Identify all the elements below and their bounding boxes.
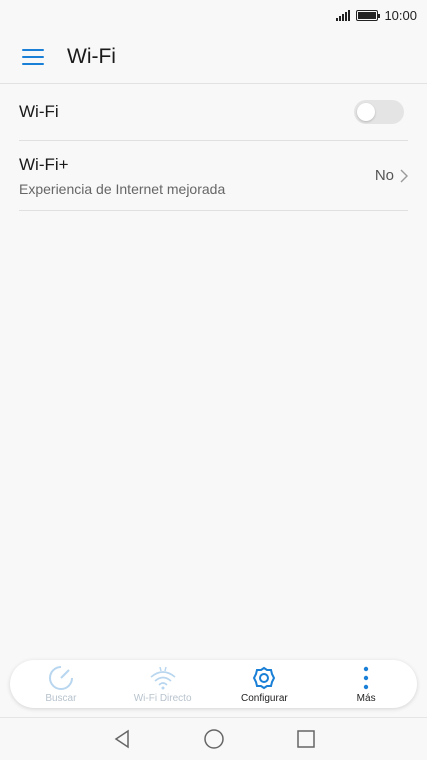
- toggle-knob: [357, 103, 375, 121]
- configure-label: Configurar: [241, 692, 288, 704]
- recents-button[interactable]: [294, 727, 318, 751]
- back-triangle-icon: [114, 729, 129, 749]
- wifi-plus-status: No: [374, 167, 394, 184]
- configure-button[interactable]: Configurar: [216, 665, 312, 704]
- home-button[interactable]: [202, 727, 226, 751]
- menu-icon[interactable]: [22, 48, 44, 65]
- wifi-direct-button[interactable]: Wi-Fi Directo: [115, 665, 211, 704]
- app-header: Wi-Fi: [0, 30, 427, 84]
- more-button[interactable]: Más: [318, 665, 414, 704]
- settings-list: Wi-Fi Wi-Fi+ Experiencia de Internet mej…: [19, 84, 408, 211]
- status-bar: 10:00: [0, 0, 427, 30]
- page-title: Wi-Fi: [67, 44, 116, 68]
- gear-icon: [252, 665, 276, 691]
- system-nav-bar: [0, 717, 427, 760]
- signal-icon: [336, 9, 351, 21]
- recents-square-icon: [296, 730, 315, 748]
- chevron-right-icon: [400, 169, 408, 182]
- wifi-row[interactable]: Wi-Fi: [19, 84, 408, 141]
- scan-label: Buscar: [45, 692, 77, 704]
- wifi-direct-label: Wi-Fi Directo: [133, 692, 192, 704]
- status-time: 10:00: [384, 7, 417, 23]
- wifi-toggle[interactable]: [354, 100, 404, 124]
- wifi-label: Wi-Fi: [19, 102, 59, 121]
- wifi-plus-label: Wi-Fi+: [19, 154, 69, 174]
- more-label: Más: [356, 692, 376, 704]
- battery-icon: [356, 9, 381, 21]
- back-button[interactable]: [110, 727, 134, 751]
- wifi-plus-text: Wi-Fi+ Experiencia de Internet mejorada: [19, 155, 225, 197]
- wifi-plus-row[interactable]: Wi-Fi+ Experiencia de Internet mejorada …: [19, 141, 408, 211]
- bottom-toolbar: Buscar Wi-Fi Directo Configurar Más: [10, 660, 417, 708]
- wifi-direct-icon: [149, 665, 177, 691]
- scan-button[interactable]: Buscar: [13, 665, 109, 704]
- scan-icon: [48, 665, 74, 691]
- home-circle-icon: [203, 729, 224, 749]
- wifi-plus-value[interactable]: No: [375, 167, 408, 184]
- more-vertical-icon: [363, 665, 369, 691]
- wifi-plus-subtitle: Experiencia de Internet mejorada: [19, 180, 226, 197]
